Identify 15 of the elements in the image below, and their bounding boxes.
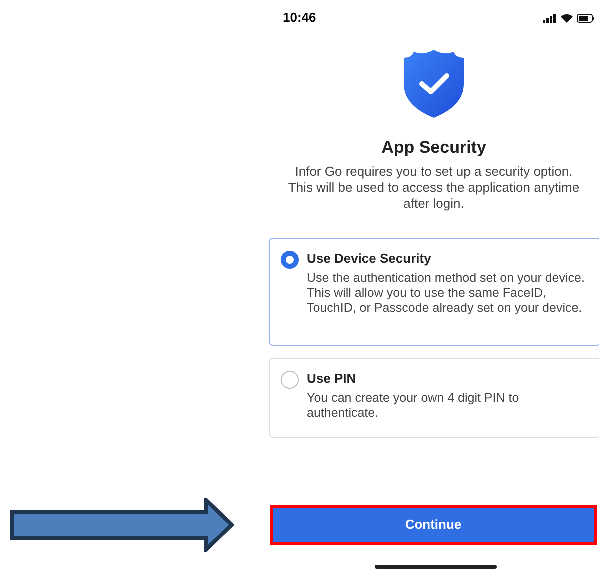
battery-icon	[577, 14, 595, 22]
option-title: Use PIN	[307, 370, 358, 388]
wifi-icon	[561, 14, 573, 22]
option-card[interactable]: Use Device Security Use the authentication method set on your device. This will allow you to use the same FaceID, TouchID, or Passcode already set on your device.	[269, 238, 599, 346]
option-title: Use Device Security	[307, 250, 432, 268]
status-time: 10:46	[283, 9, 316, 28]
page-title: App Security	[380, 137, 488, 159]
radio-button[interactable]	[281, 370, 299, 388]
option-description: You can create your own 4 digit PIN to authenticate.	[307, 391, 520, 421]
continue-button[interactable]: Continue	[270, 505, 597, 545]
option-card[interactable]: Use PIN You can create your own 4 digit PIN to authenticate.	[269, 358, 599, 438]
option-description: Use the authentication method set on your device. This will allow you to use the same FaceID, TouchID, or Passcode already set on your device.	[307, 271, 586, 316]
page-description: Infor Go requires you to set up a security option. This will be used to access the application anytime after login.	[287, 164, 581, 212]
signal-icon	[543, 14, 557, 22]
radio-button[interactable]	[281, 250, 299, 268]
